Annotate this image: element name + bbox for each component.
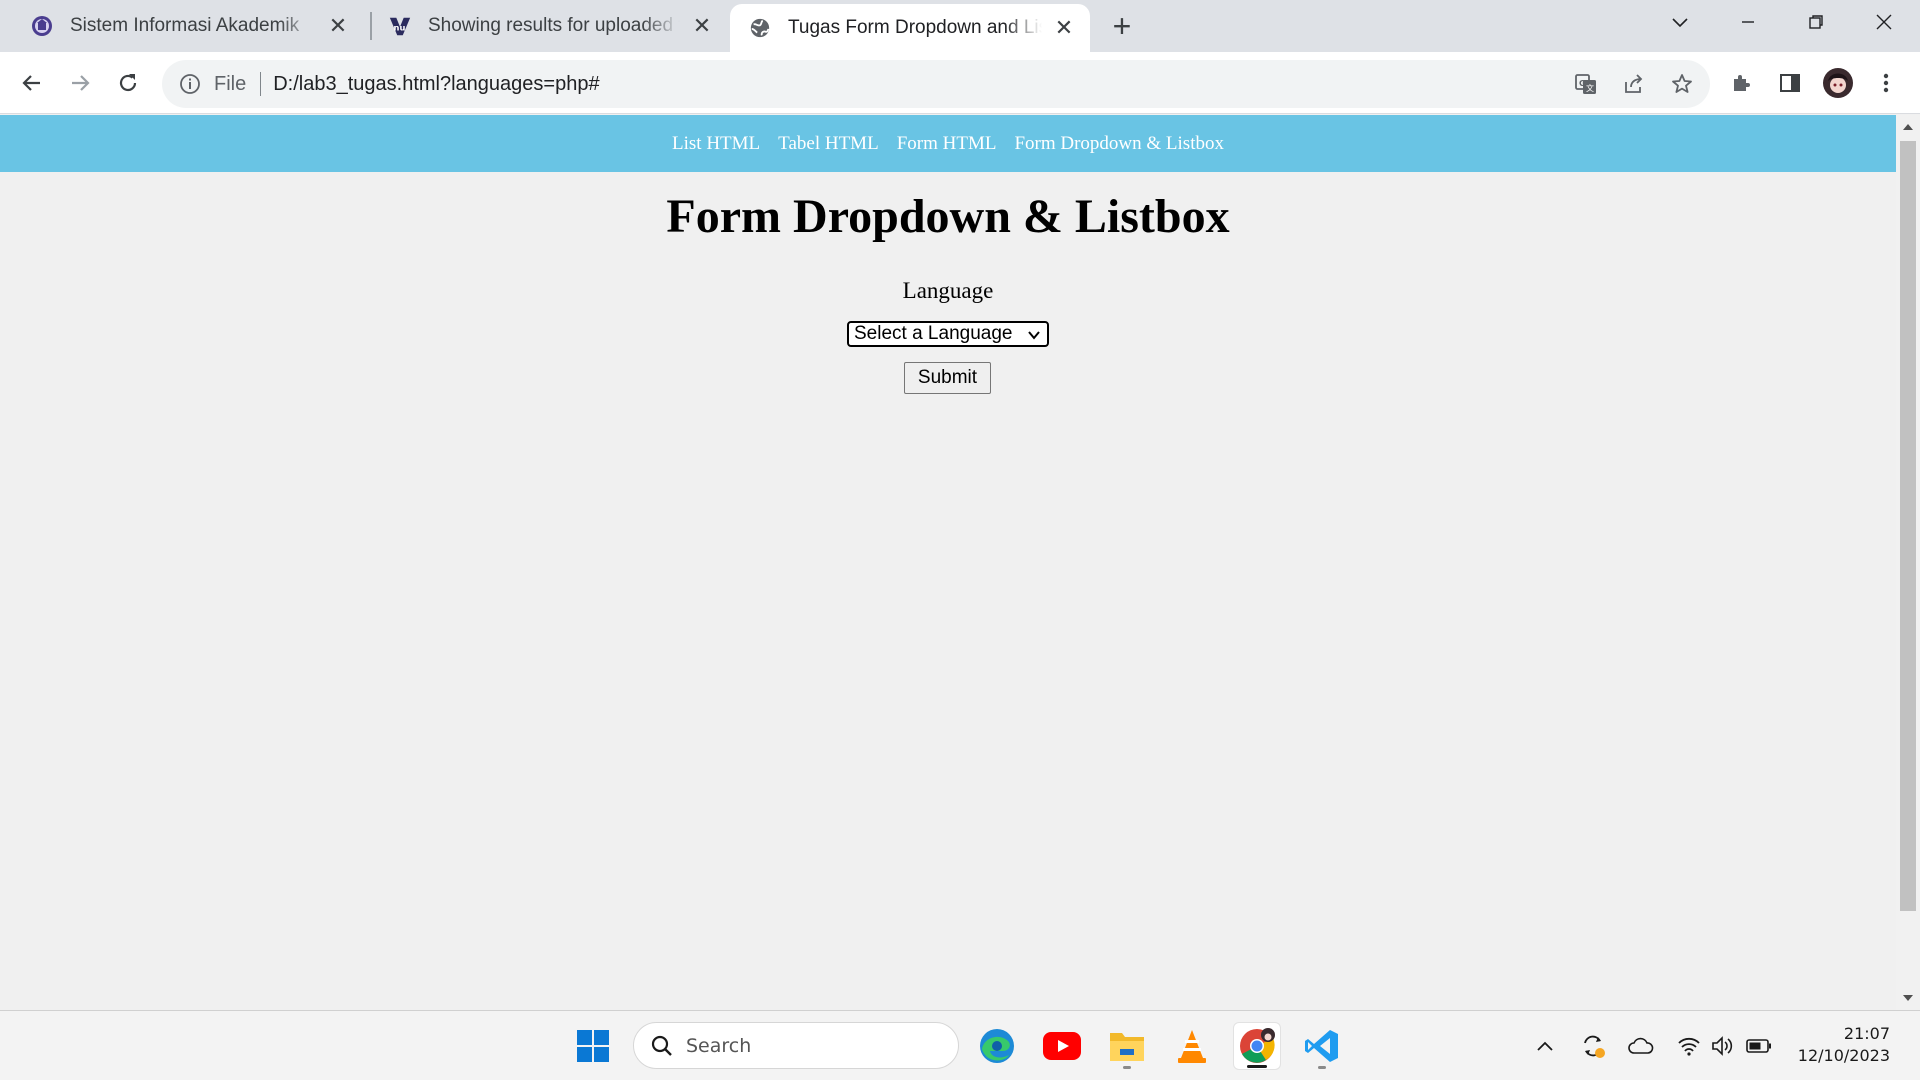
chevron-up-icon[interactable] (1532, 1033, 1558, 1059)
running-indicator (1123, 1066, 1131, 1069)
url-scheme-label: File (214, 72, 247, 95)
volume-icon[interactable] (1710, 1033, 1736, 1059)
language-select-value: Select a Language (854, 323, 1013, 344)
running-indicator (1247, 1065, 1267, 1068)
page-viewport: List HTML Tabel HTML Form HTML Form Drop… (0, 115, 1896, 1010)
edge-icon[interactable] (973, 1022, 1021, 1070)
vertical-scrollbar[interactable] (1896, 115, 1920, 1010)
restore-button[interactable] (1782, 0, 1850, 44)
chevron-down-icon (1027, 326, 1041, 348)
svg-text:文: 文 (1586, 83, 1594, 93)
back-button[interactable] (12, 63, 52, 103)
bookmark-star-icon[interactable] (1670, 72, 1694, 96)
address-divider (260, 72, 262, 96)
globe-icon (748, 16, 772, 40)
share-icon[interactable] (1622, 72, 1646, 96)
page-title: Form Dropdown & Listbox (666, 190, 1230, 243)
tab-title: Tugas Form Dropdown and Listbox (788, 17, 1042, 38)
new-tab-button[interactable]: + (1106, 8, 1138, 44)
clock-date: 12/10/2023 (1797, 1046, 1890, 1065)
extensions-puzzle-icon[interactable] (1722, 63, 1762, 103)
language-label: Language (902, 278, 994, 303)
tab-title: Sistem Informasi Akademik (70, 15, 300, 36)
address-bar[interactable]: File D:/lab3_tugas.html?languages=php# G… (162, 60, 1710, 108)
url-text[interactable]: D:/lab3_tugas.html?languages=php# (273, 73, 599, 96)
nu-logo-icon: nu (388, 14, 412, 38)
wifi-icon[interactable] (1676, 1033, 1702, 1059)
scroll-down-arrow-icon[interactable] (1896, 986, 1920, 1010)
close-icon[interactable]: ✕ (688, 12, 716, 40)
sync-update-icon[interactable] (1580, 1033, 1606, 1059)
youtube-icon[interactable] (1038, 1022, 1086, 1070)
side-panel-icon[interactable] (1770, 63, 1810, 103)
file-explorer-icon[interactable] (1103, 1022, 1151, 1070)
tab-search-chevron-icon[interactable] (1646, 0, 1714, 44)
system-clock[interactable]: 21:07 12/10/2023 (1798, 1023, 1890, 1067)
nav-link-form-dropdown[interactable]: Form Dropdown & Listbox (1014, 133, 1224, 155)
svg-text:G: G (1579, 79, 1586, 88)
tab-title: Showing results for uploaded file (428, 15, 680, 36)
language-select[interactable]: Select a Language (847, 321, 1049, 347)
taskbar-search-box[interactable]: Search (633, 1022, 959, 1069)
close-icon[interactable]: ✕ (1050, 14, 1078, 42)
menu-kebab-icon[interactable] (1866, 63, 1906, 103)
university-logo-icon (30, 14, 54, 38)
svg-text:nu: nu (394, 23, 406, 33)
vlc-icon[interactable] (1168, 1022, 1216, 1070)
tab-tugas-form[interactable]: Tugas Form Dropdown and Listbox ✕ (730, 4, 1090, 52)
tab-strip: Sistem Informasi Akademik ✕ nu Showing r… (0, 0, 1920, 52)
tab-sistem-informasi[interactable]: Sistem Informasi Akademik ✕ (0, 0, 364, 52)
forward-button[interactable] (60, 63, 100, 103)
nav-link-list-html[interactable]: List HTML (672, 133, 760, 155)
site-navbar: List HTML Tabel HTML Form HTML Form Drop… (0, 115, 1896, 172)
tab-showing-results[interactable]: nu Showing results for uploaded file ✕ (372, 0, 728, 52)
minimize-button[interactable] (1714, 0, 1782, 44)
nav-link-form-html[interactable]: Form HTML (897, 133, 997, 155)
search-icon (650, 1034, 674, 1058)
scrollbar-thumb[interactable] (1900, 141, 1916, 911)
scroll-up-arrow-icon[interactable] (1896, 115, 1920, 139)
submit-button[interactable]: Submit (904, 362, 991, 394)
nav-link-tabel-html[interactable]: Tabel HTML (778, 133, 879, 155)
taskbar-search-placeholder: Search (686, 1034, 752, 1057)
close-window-button[interactable] (1850, 0, 1918, 44)
windows-start-icon[interactable] (569, 1022, 617, 1070)
chrome-icon[interactable] (1233, 1022, 1281, 1070)
reload-button[interactable] (108, 63, 148, 103)
running-indicator (1318, 1066, 1326, 1069)
vscode-icon[interactable] (1298, 1022, 1346, 1070)
battery-icon[interactable] (1746, 1033, 1772, 1059)
browser-toolbar: File D:/lab3_tugas.html?languages=php# G… (0, 52, 1920, 114)
translate-icon[interactable]: G文 (1574, 72, 1598, 96)
windows-taskbar: Search 21:07 12/10/2023 (0, 1010, 1920, 1080)
profile-avatar[interactable] (1818, 63, 1858, 103)
onedrive-cloud-icon[interactable] (1628, 1033, 1654, 1059)
close-icon[interactable]: ✕ (324, 12, 352, 40)
info-icon[interactable] (178, 72, 202, 96)
clock-time: 21:07 (1843, 1024, 1890, 1043)
